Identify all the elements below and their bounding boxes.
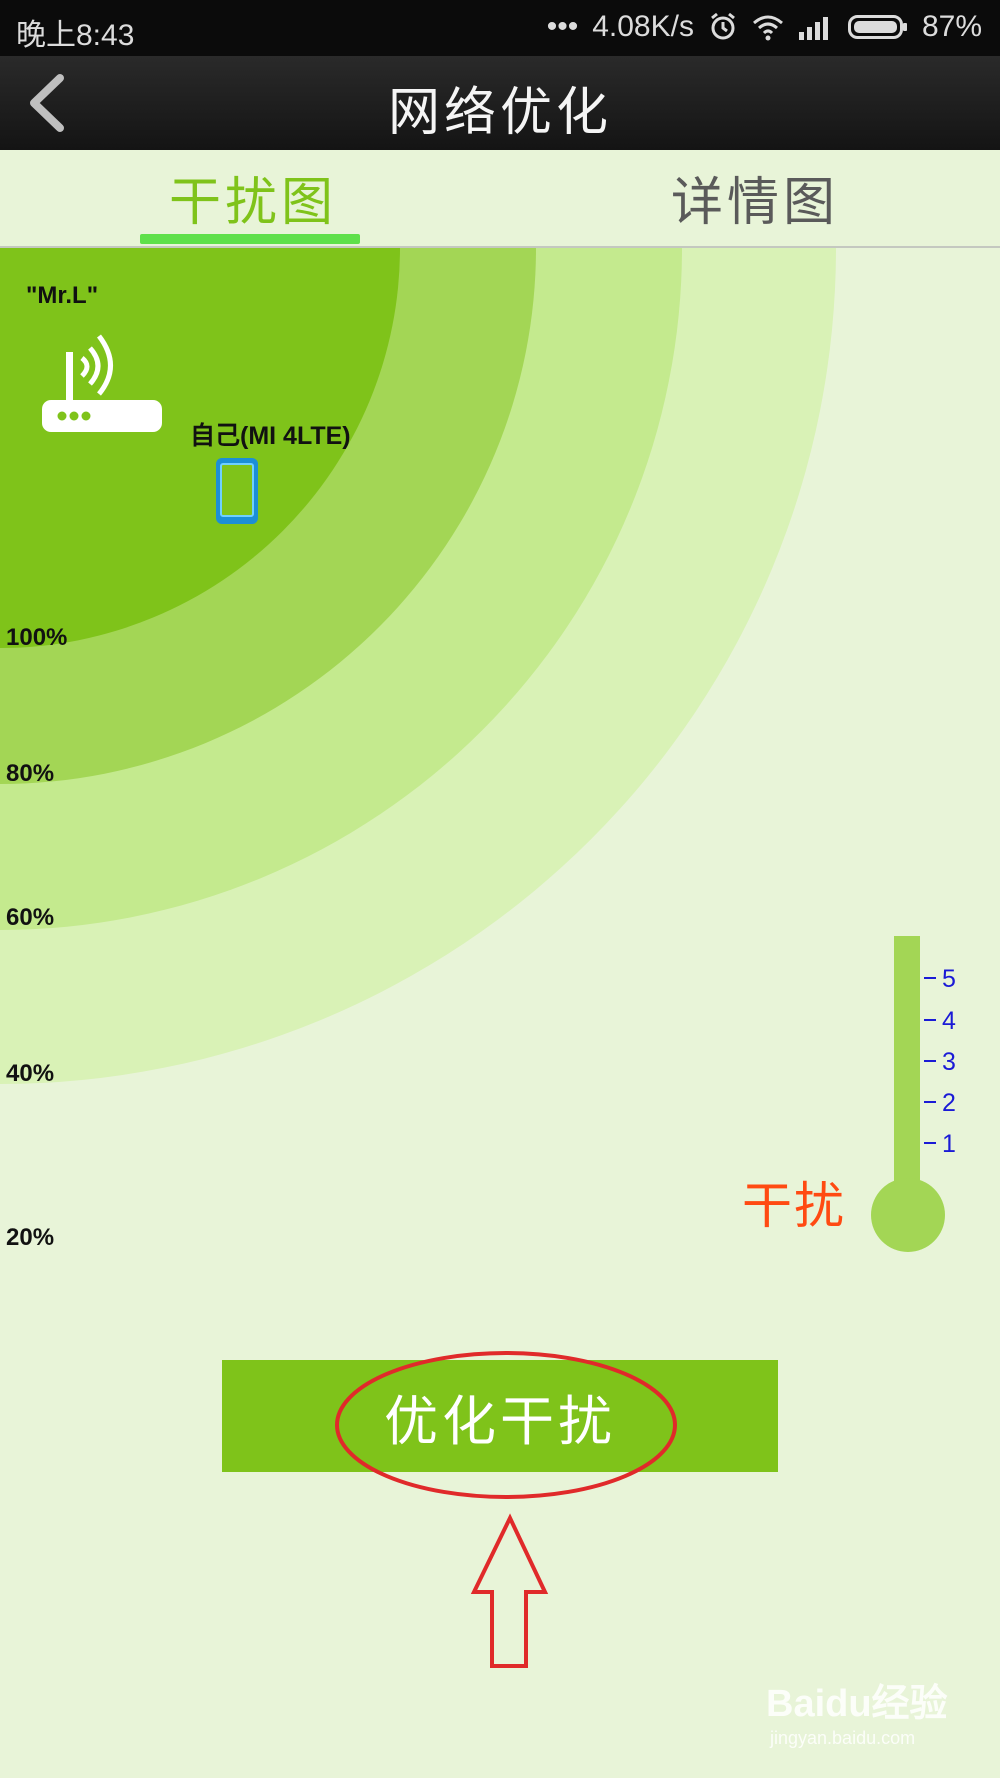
access-point-name: "Mr.L" <box>26 282 99 309</box>
scale-tick-4: 4 <box>942 1007 956 1035</box>
alarm-icon <box>711 12 735 40</box>
battery-icon <box>847 15 907 39</box>
signal-icon <box>798 17 828 40</box>
status-right-group: ••• 4.08K/s 87% <box>547 10 982 44</box>
scale-tick-3: 3 <box>942 1048 956 1076</box>
interference-label: 干扰 <box>742 1177 846 1235</box>
scale-tick-5: 5 <box>942 965 956 993</box>
level-label-40: 40% <box>6 1060 55 1087</box>
scale-tick-1: 1 <box>942 1130 956 1158</box>
level-label-80: 80% <box>6 760 55 787</box>
level-label-20: 20% <box>6 1224 55 1251</box>
optimize-interference-button[interactable]: 优化干扰 <box>222 1360 778 1472</box>
phone-icon[interactable] <box>214 456 260 526</box>
tab-interference-map[interactable]: 干扰图 <box>138 160 368 240</box>
up-arrow-icon <box>470 1513 549 1668</box>
router-icon[interactable] <box>42 330 164 434</box>
baidu-watermark: Baidu经验 <box>766 1683 948 1725</box>
level-label-100: 100% <box>6 624 68 651</box>
tab-detail-map[interactable]: 详情图 <box>640 160 870 240</box>
scale-tick-2: 2 <box>942 1089 956 1117</box>
level-label-60: 60% <box>6 904 55 931</box>
title-bar: 网络优化 <box>0 56 1000 150</box>
thermometer-tube <box>894 936 920 1206</box>
thermometer-bulb <box>871 1178 945 1252</box>
battery-percent: 87% <box>921 10 982 43</box>
active-tab-indicator <box>140 234 360 244</box>
status-time: 晚上8:43 <box>16 19 135 52</box>
wifi-icon <box>752 15 783 41</box>
status-bar: 晚上8:43 ••• 4.08K/s 87% <box>0 0 1000 56</box>
interference-thermometer: 5 4 3 2 1 <box>871 936 956 1252</box>
page-title: 网络优化 <box>387 83 612 143</box>
baidu-watermark-url: jingyan.baidu.com <box>770 1728 916 1748</box>
self-device-name: 自己(MI 4LTE) <box>190 422 351 450</box>
net-speed: 4.08K/s <box>592 10 694 43</box>
tab-bar: 干扰图 详情图 <box>0 150 1000 248</box>
more-dots: ••• <box>546 10 579 43</box>
